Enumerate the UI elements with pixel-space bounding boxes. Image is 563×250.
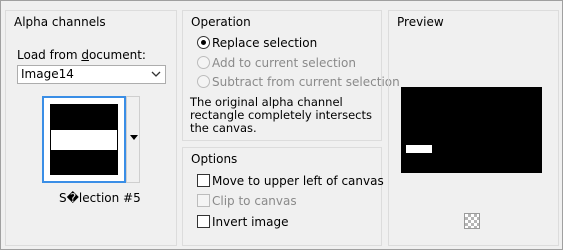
move-upper-left-checkbox[interactable] <box>197 174 210 187</box>
thumbnail-dropdown-button[interactable] <box>126 96 140 183</box>
options-title: Options <box>191 152 238 166</box>
load-from-document-label: Load from document: <box>17 48 146 62</box>
preview-selection <box>406 145 432 153</box>
alpha-channel-thumbnail[interactable] <box>42 96 126 183</box>
document-select[interactable]: Image14 <box>17 65 166 84</box>
add-selection-radio[interactable] <box>197 56 210 69</box>
alpha-channel-dialog: Alpha channels Load from document: Image… <box>0 0 563 250</box>
preview-canvas <box>401 87 542 173</box>
operation-title: Operation <box>191 15 251 29</box>
chevron-down-icon <box>151 71 161 77</box>
replace-selection-radio[interactable] <box>197 36 210 49</box>
clip-to-canvas-checkbox[interactable] <box>197 194 210 207</box>
radio-selected-dot <box>201 40 206 45</box>
clip-to-canvas-label[interactable]: Clip to canvas <box>212 194 297 208</box>
add-selection-label[interactable]: Add to current selection <box>212 56 356 70</box>
subtract-selection-label[interactable]: Subtract from current selection <box>212 75 400 89</box>
selection-name-label: S�lection #5 <box>59 191 141 205</box>
preview-title: Preview <box>397 15 444 29</box>
replace-selection-label[interactable]: Replace selection <box>212 36 317 50</box>
operation-description: The original alpha channel rectangle com… <box>190 95 373 135</box>
invert-image-checkbox[interactable] <box>197 215 210 228</box>
transparency-checker-icon[interactable] <box>464 213 480 229</box>
thumbnail-image <box>50 104 118 175</box>
invert-image-label[interactable]: Invert image <box>212 215 288 229</box>
thumbnail-selection-band <box>51 130 117 150</box>
subtract-selection-radio[interactable] <box>197 75 210 88</box>
alpha-channels-title: Alpha channels <box>14 15 106 29</box>
document-select-value: Image14 <box>21 67 74 81</box>
dropdown-arrow-icon <box>130 135 138 140</box>
move-upper-left-label[interactable]: Move to upper left of canvas <box>212 174 384 188</box>
